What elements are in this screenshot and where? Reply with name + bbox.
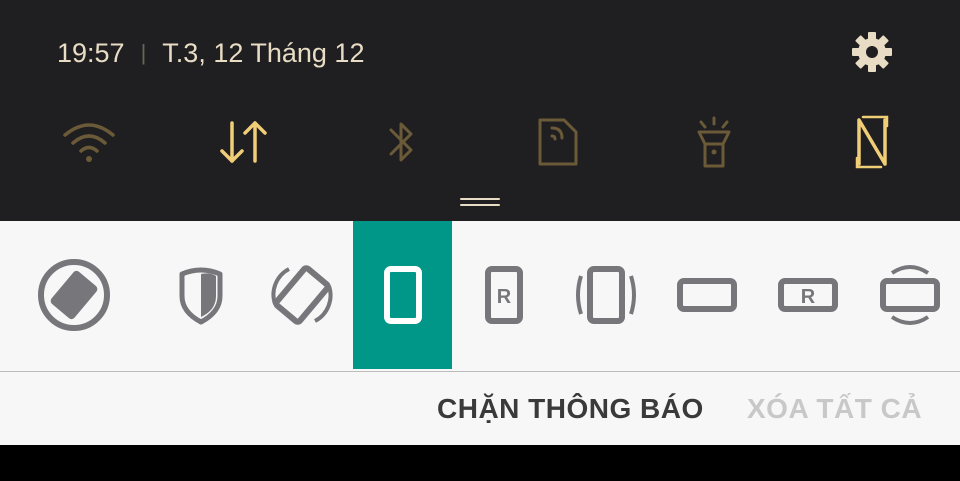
phone-portrait-icon[interactable] [353,221,452,369]
nfc-toggle[interactable] [840,110,904,174]
svg-text:R: R [801,286,816,308]
bluetooth-icon [389,122,413,162]
wifi-toggle[interactable] [57,110,121,174]
notification-icon-strip: R R [0,221,960,372]
status-separator: | [140,40,147,65]
nfc-card-toggle[interactable] [525,110,589,174]
settings-gear-icon[interactable] [850,30,894,74]
phone-landscape-icon[interactable] [674,221,740,369]
wifi-icon [63,123,115,162]
mobile-data-icon [220,121,267,163]
clock-time: 19:57 [57,37,125,68]
shield-icon[interactable] [166,221,236,369]
phone-landscape-r-icon[interactable]: R [775,221,841,369]
expand-handle[interactable] [460,198,500,208]
nfc-card-icon [538,118,578,166]
nfc-icon [855,115,889,169]
clear-all-button[interactable]: XÓA TẤT CẢ [747,372,922,445]
flashlight-toggle[interactable] [682,110,746,174]
date-text[interactable]: T.3, 12 Tháng 12 [162,38,364,69]
block-notifications-button[interactable]: CHẶN THÔNG BÁO [437,372,704,445]
svg-text:R: R [497,286,512,308]
bottom-bar [0,445,960,481]
phone-vibrate-icon[interactable] [568,221,644,369]
mobile-data-toggle[interactable] [213,110,277,174]
flashlight-icon [697,116,731,168]
bluetooth-toggle[interactable] [369,110,433,174]
notification-actions: CHẶN THÔNG BÁO XÓA TẤT CẢ [0,372,960,445]
landscape-rotate-icon[interactable] [876,221,944,369]
status-row: 19:57 | T.3, 12 Tháng 12 [57,33,364,73]
auto-rotate-icon[interactable] [34,221,114,369]
notification-panel-header: 19:57 | T.3, 12 Tháng 12 [0,0,960,221]
screen-rotation-icon[interactable] [262,221,342,369]
phone-portrait-r-icon[interactable]: R [478,221,530,369]
